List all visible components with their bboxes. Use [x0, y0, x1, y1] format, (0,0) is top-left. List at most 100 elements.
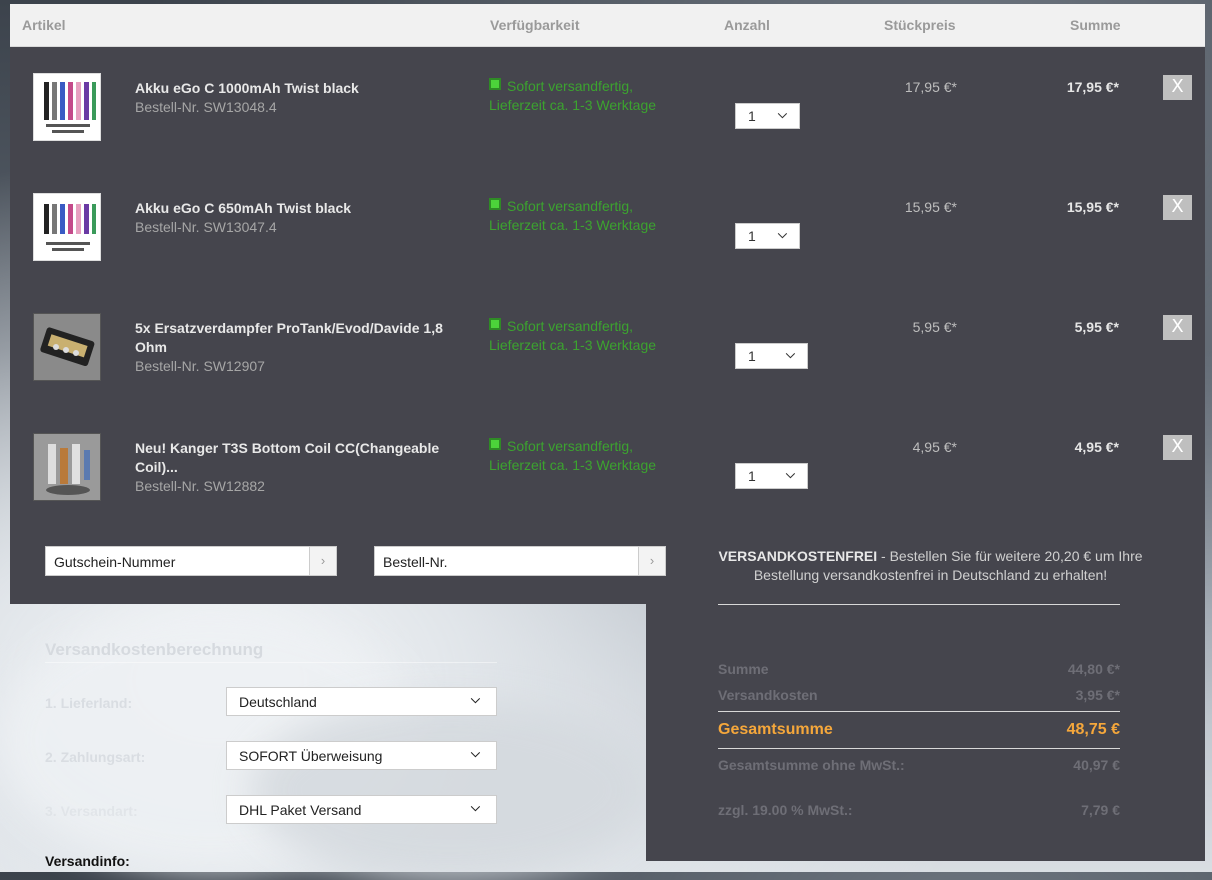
cart-row: Akku eGo C 650mAh Twist black Bestell-Nr… [10, 168, 1205, 288]
availability-status-icon [489, 318, 501, 330]
chevron-down-icon: ⌵ [777, 227, 787, 241]
voucher-input-text[interactable]: Gutschein-Nummer [54, 554, 175, 570]
product-title[interactable]: Neu! Kanger T3S Bottom Coil CC(Changeabl… [135, 440, 439, 475]
header-article: Artikel [22, 17, 66, 33]
shipping-method-value: DHL Paket Versand [239, 802, 362, 818]
product-title[interactable]: Akku eGo C 1000mAh Twist black [135, 80, 359, 96]
unit-price: 15,95 €* [904, 199, 957, 215]
availability-text: Sofort versandfertig, [507, 78, 634, 94]
chevron-down-icon: ⌵ [470, 800, 480, 814]
payment-select[interactable]: SOFORT Überweisung ⌵ [226, 741, 497, 770]
shipping-free-notice: VERSANDKOSTENFREI - Bestellen Sie für we… [718, 547, 1143, 585]
subtotal-label: Summe [718, 661, 769, 677]
net-total-value: 40,97 € [1073, 757, 1120, 773]
chevron-down-icon: ⌵ [785, 467, 795, 481]
quantity-select[interactable]: 1 ⌵ [735, 223, 800, 249]
vat-label: zzgl. 19.00 % MwSt.: [718, 802, 853, 818]
shipping-cost-label: Versandkosten [718, 687, 818, 703]
line-total: 4,95 €* [1074, 439, 1119, 455]
remove-item-button[interactable]: X [1163, 195, 1192, 220]
header-availability: Verfügbarkeit [490, 17, 580, 33]
cart-row: Neu! Kanger T3S Bottom Coil CC(Changeabl… [10, 408, 1205, 528]
availability-text: Sofort versandfertig, [507, 198, 634, 214]
subtotal-value: 44,80 €* [1067, 661, 1120, 677]
product-order-number: Bestell-Nr. SW12882 [135, 478, 265, 494]
remove-item-button[interactable]: X [1163, 75, 1192, 100]
quantity-select[interactable]: 1 ⌵ [735, 463, 808, 489]
grand-total-label: Gesamtsumme [718, 721, 833, 738]
availability: Sofort versandfertig, Lieferzeit ca. 1-3… [489, 317, 689, 355]
quantity-select[interactable]: 1 ⌵ [735, 343, 808, 369]
header-total: Summe [1070, 17, 1121, 33]
product-name[interactable]: Akku eGo C 1000mAh Twist black Bestell-N… [135, 79, 465, 117]
shipping-method-select[interactable]: DHL Paket Versand ⌵ [226, 795, 497, 824]
payment-label: 2. Zahlungsart: [45, 749, 146, 765]
chevron-down-icon: ⌵ [777, 107, 787, 121]
divider [45, 662, 497, 663]
product-name[interactable]: 5x Ersatzverdampfer ProTank/Evod/Davide … [135, 319, 465, 376]
availability-status-icon [489, 78, 501, 90]
chevron-down-icon: ⌵ [470, 692, 480, 706]
unit-price: 5,95 €* [912, 319, 957, 335]
product-title[interactable]: Akku eGo C 650mAh Twist black [135, 200, 351, 216]
quantity-value: 1 [748, 468, 756, 484]
shipping-cost-value: 3,95 €* [1075, 687, 1120, 703]
delivery-time: Lieferzeit ca. 1-3 Werktage [489, 217, 657, 233]
line-total: 15,95 €* [1066, 199, 1119, 215]
payment-value: SOFORT Überweisung [239, 748, 383, 764]
order-number-input-text[interactable]: Bestell-Nr. [383, 554, 448, 570]
product-order-number: Bestell-Nr. SW12907 [135, 358, 265, 374]
divider [718, 711, 1120, 712]
cart-row: 5x Ersatzverdampfer ProTank/Evod/Davide … [10, 288, 1205, 408]
header-unit-price: Stückpreis [884, 17, 956, 33]
country-value: Deutschland [239, 694, 317, 710]
chevron-down-icon: ⌵ [785, 347, 795, 361]
availability-text: Sofort versandfertig, [507, 438, 634, 454]
product-image[interactable] [33, 73, 101, 141]
line-total: 17,95 €* [1066, 79, 1119, 95]
delivery-time: Lieferzeit ca. 1-3 Werktage [489, 337, 657, 353]
vat-value: 7,79 € [1081, 802, 1120, 818]
remove-item-button[interactable]: X [1163, 315, 1192, 340]
quantity-value: 1 [748, 228, 756, 244]
quantity-value: 1 [748, 348, 756, 364]
product-image[interactable] [33, 193, 101, 261]
net-total-label: Gesamtsumme ohne MwSt.: [718, 757, 905, 773]
background-cloud [250, 700, 650, 880]
remove-item-button[interactable]: X [1163, 435, 1192, 460]
shipping-free-heading: VERSANDKOSTENFREI [718, 548, 878, 564]
divider [718, 748, 1120, 749]
cart-table-header: Artikel Verfügbarkeit Anzahl Stückpreis … [10, 4, 1205, 47]
product-name[interactable]: Akku eGo C 650mAh Twist black Bestell-Nr… [135, 199, 465, 237]
cart-row: Akku eGo C 1000mAh Twist black Bestell-N… [10, 48, 1205, 168]
availability-text: Sofort versandfertig, [507, 318, 634, 334]
product-image[interactable] [33, 313, 101, 381]
quantity-value: 1 [748, 108, 756, 124]
order-number-input[interactable]: Bestell-Nr. › [374, 546, 666, 576]
delivery-time: Lieferzeit ca. 1-3 Werktage [489, 457, 657, 473]
country-select[interactable]: Deutschland ⌵ [226, 687, 497, 716]
country-label: 1. Lieferland: [45, 695, 133, 711]
divider [718, 604, 1120, 605]
chevron-down-icon: ⌵ [470, 746, 480, 760]
cart-panel: Artikel Verfügbarkeit Anzahl Stückpreis … [10, 4, 1205, 604]
availability-status-icon [489, 438, 501, 450]
order-number-submit-button[interactable]: › [638, 547, 665, 575]
availability: Sofort versandfertig, Lieferzeit ca. 1-3… [489, 197, 689, 235]
line-total: 5,95 €* [1074, 319, 1119, 335]
voucher-submit-button[interactable]: › [309, 547, 336, 575]
unit-price: 17,95 €* [904, 79, 957, 95]
delivery-time: Lieferzeit ca. 1-3 Werktage [489, 97, 657, 113]
shipping-method-label: 3. Versandart: [45, 803, 138, 819]
quantity-select[interactable]: 1 ⌵ [735, 103, 800, 129]
voucher-input[interactable]: Gutschein-Nummer › [45, 546, 337, 576]
unit-price: 4,95 €* [912, 439, 957, 455]
availability-status-icon [489, 198, 501, 210]
product-title[interactable]: 5x Ersatzverdampfer ProTank/Evod/Davide … [135, 320, 443, 355]
availability: Sofort versandfertig, Lieferzeit ca. 1-3… [489, 437, 689, 475]
product-order-number: Bestell-Nr. SW13048.4 [135, 99, 277, 115]
product-name[interactable]: Neu! Kanger T3S Bottom Coil CC(Changeabl… [135, 439, 465, 496]
header-quantity: Anzahl [724, 17, 770, 33]
shipping-calc-title: Versandkostenberechnung [45, 640, 264, 659]
product-image[interactable] [33, 433, 101, 501]
